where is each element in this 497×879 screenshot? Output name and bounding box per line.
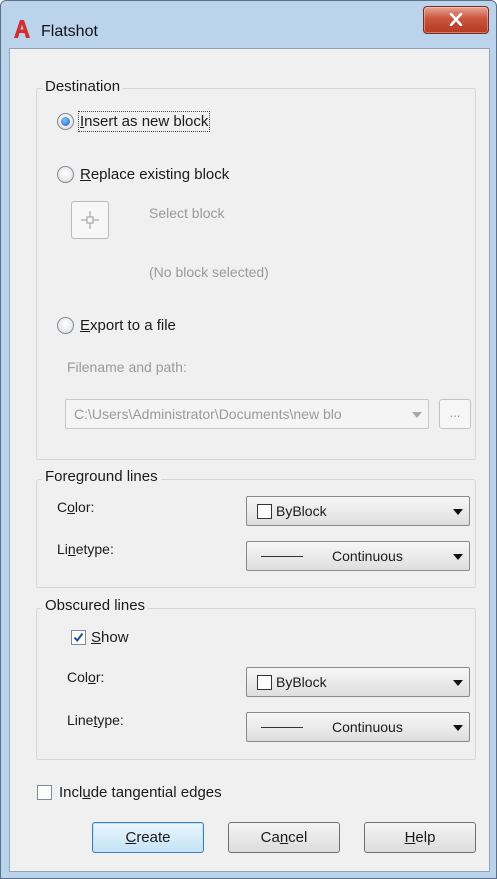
filename-combo[interactable]: C:\Users\Administrator\Documents\new blo [65,399,429,429]
browse-button[interactable]: ... [439,399,471,429]
no-block-selected-text: (No block selected) [149,264,269,280]
export-to-file-radio[interactable]: Export to a file [57,317,176,334]
insert-as-new-block-label: Insert as new block [77,111,211,132]
create-button[interactable]: Create [92,822,204,853]
insert-radio-button[interactable] [57,113,74,130]
help-button[interactable]: Help [364,822,476,853]
pick-point-icon [81,211,99,229]
foreground-color-label: Color: [57,499,95,515]
close-icon [449,13,463,26]
include-tangential-edges-label: Include tangential edges [59,784,222,801]
obscured-color-dropdown[interactable]: ByBlock [246,667,470,697]
color-swatch [257,675,272,690]
window-title: Flatshot [41,23,98,40]
chevron-down-icon [453,554,463,560]
show-label: Show [91,629,129,646]
filename-value: C:\Users\Administrator\Documents\new blo [74,406,342,422]
insert-as-new-block-radio[interactable]: Insert as new block [57,111,211,132]
foreground-linetype-value: Continuous [332,548,403,564]
dialog-client-area: Destination Insert as new block Replace … [9,48,490,872]
obscured-lines-group-label: Obscured lines [42,597,149,614]
export-to-file-label: Export to a file [80,317,176,334]
linetype-sample [261,727,303,728]
autocad-logo-icon [14,20,30,38]
obscured-color-label: Color: [67,669,105,685]
obscured-color-value: ByBlock [276,674,327,690]
linetype-sample [261,556,303,557]
flatshot-dialog: Flatshot Destination Insert as new block… [0,0,497,879]
chevron-down-icon [453,680,463,686]
chevron-down-icon [453,509,463,515]
cancel-button[interactable]: Cancel [228,822,340,853]
destination-group-label: Destination [42,78,124,95]
foreground-linetype-label: Linetype: [57,541,114,557]
obscured-linetype-value: Continuous [332,719,403,735]
replace-existing-block-label: Replace existing block [80,166,230,183]
chevron-down-icon [412,412,422,418]
foreground-linetype-dropdown[interactable]: Continuous [246,541,470,571]
close-button[interactable] [423,6,489,34]
color-swatch [257,504,272,519]
checkmark-icon [73,632,84,643]
show-checkbox[interactable] [71,630,86,645]
select-block-button[interactable] [71,201,109,239]
select-block-label: Select block [149,205,225,221]
foreground-color-value: ByBlock [276,503,327,519]
replace-existing-block-radio[interactable]: Replace existing block [57,166,229,183]
chevron-down-icon [453,725,463,731]
filename-and-path-label: Filename and path: [67,359,187,375]
title-bar: Flatshot [1,1,496,49]
replace-radio-button[interactable] [57,166,74,183]
obscured-linetype-dropdown[interactable]: Continuous [246,712,470,742]
include-tangential-edges-checkbox[interactable] [37,785,52,800]
foreground-lines-group-label: Foreground lines [42,468,161,485]
export-radio-button[interactable] [57,317,74,334]
obscured-linetype-label: Linetype: [67,712,124,728]
foreground-color-dropdown[interactable]: ByBlock [246,496,470,526]
